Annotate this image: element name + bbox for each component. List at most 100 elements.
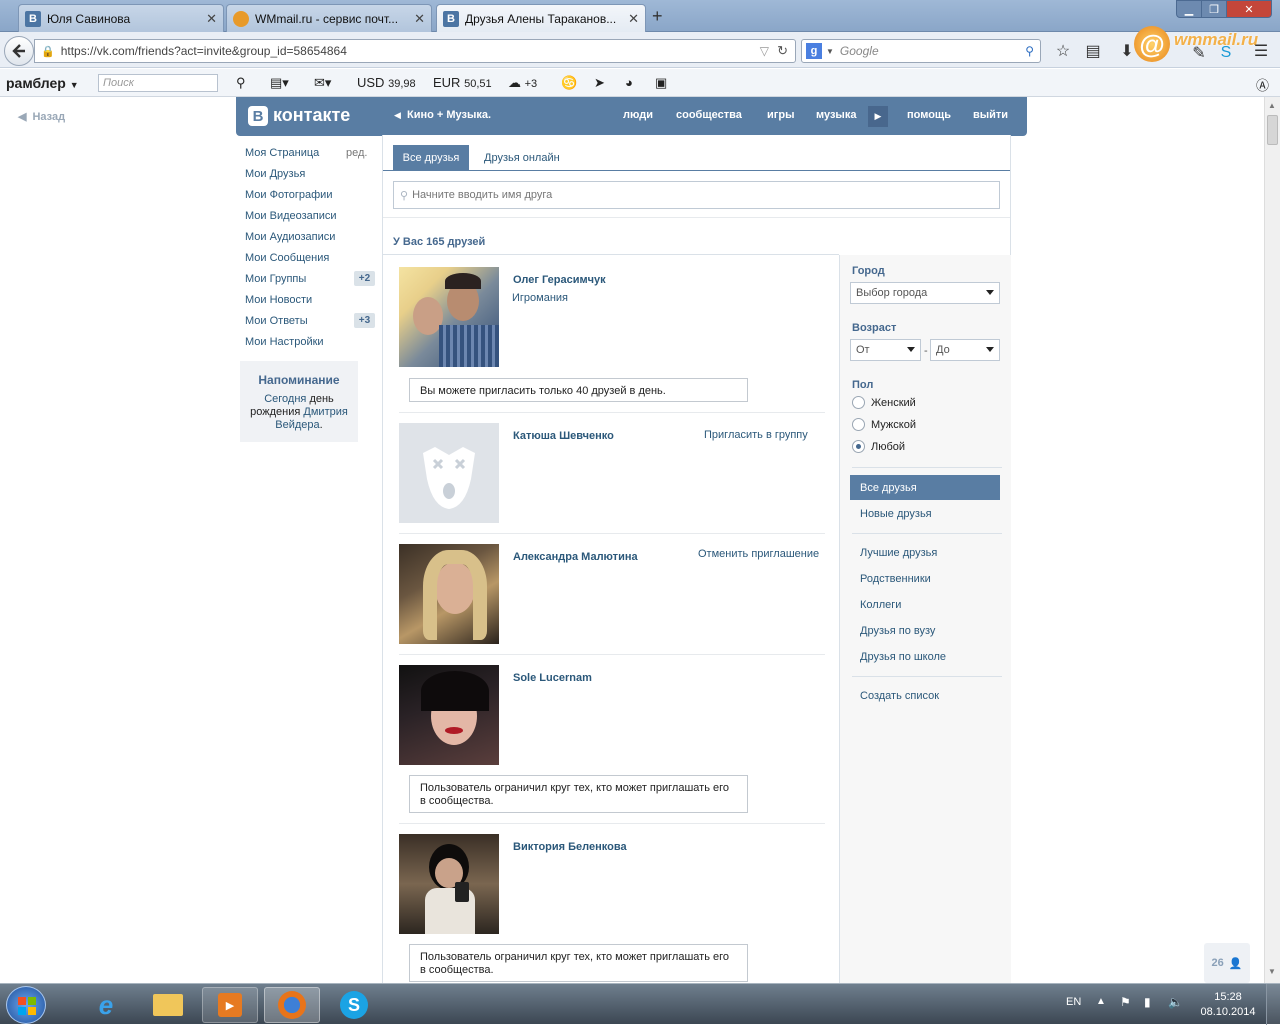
reload-icon[interactable]: ↻ <box>777 43 788 59</box>
bookmark-star-icon[interactable]: ☆ <box>1052 40 1074 62</box>
games-icon[interactable]: ◕ <box>625 75 633 90</box>
groups-badge[interactable]: +2 <box>354 271 375 286</box>
bookmarks-list-icon[interactable]: ▤ <box>1082 40 1104 62</box>
tab-all-friends[interactable]: Все друзья <box>393 145 469 170</box>
vk-logo-text[interactable]: контакте <box>273 105 350 126</box>
clock[interactable]: 15:28 08.10.2014 <box>1196 990 1260 1020</box>
music-play-icon[interactable]: ▶ <box>868 106 888 127</box>
usd-rate[interactable]: USD 39,98 <box>357 75 416 90</box>
friend-search-input[interactable]: ⚲ Начните вводить имя друга <box>393 181 1000 209</box>
sex-radio-any[interactable]: Любой <box>852 440 905 453</box>
close-icon[interactable]: ✕ <box>414 11 425 27</box>
sex-radio-female[interactable]: Женский <box>852 396 916 409</box>
horoscope-icon[interactable]: ♋ <box>561 75 577 91</box>
menu-icon[interactable]: ☰ <box>1250 40 1272 62</box>
address-bar[interactable]: 🔒 https://vk.com/friends?act=invite&grou… <box>34 39 796 63</box>
menu-my-page[interactable]: Моя Страница <box>245 147 319 159</box>
age-to-select[interactable]: До <box>930 339 1000 361</box>
scroll-thumb[interactable] <box>1267 115 1278 145</box>
list-new-friends[interactable]: Новые друзья <box>860 508 932 520</box>
ie-taskbar-button[interactable]: e <box>78 987 134 1023</box>
breadcrumb[interactable]: Кино + Музыка. <box>407 109 491 121</box>
city-select[interactable]: Выбор города <box>850 282 1000 304</box>
rambler-brand[interactable]: рамблер ▼ <box>6 75 79 91</box>
rambler-settings-icon[interactable]: Ⓐ <box>1256 75 1269 94</box>
tab-friends[interactable]: В Друзья Алены Тараканов... ✕ <box>436 4 646 32</box>
cancel-invite-link[interactable]: Отменить приглашение <box>698 548 819 560</box>
online-counter[interactable]: 26 👤 <box>1204 943 1250 983</box>
friend-subtitle-link[interactable]: Игромания <box>512 292 568 304</box>
google-icon[interactable]: g <box>806 43 822 59</box>
close-icon[interactable]: ✕ <box>628 11 639 27</box>
tickets-icon[interactable]: ▣ <box>655 75 667 91</box>
weather[interactable]: ☁ +3 <box>508 75 537 91</box>
friend-photo[interactable] <box>399 267 499 367</box>
dropdown-icon[interactable]: ▽ <box>760 44 769 58</box>
flag-icon[interactable]: ⚑ <box>1120 995 1131 1009</box>
menu-my-photos[interactable]: Мои Фотографии <box>245 189 332 201</box>
list-all-friends[interactable]: Все друзья <box>850 475 1000 500</box>
nav-people[interactable]: люди <box>623 109 653 121</box>
friend-photo[interactable] <box>399 544 499 644</box>
friend-name-link[interactable]: Александра Малютина <box>513 551 638 563</box>
send-icon[interactable]: ➤ <box>594 75 605 91</box>
scroll-down-icon[interactable]: ▼ <box>1268 967 1276 976</box>
list-colleagues[interactable]: Коллеги <box>860 599 901 611</box>
explorer-taskbar-button[interactable] <box>140 987 196 1023</box>
menu-my-videos[interactable]: Мои Видеозаписи <box>245 210 337 222</box>
friend-photo[interactable] <box>399 665 499 765</box>
new-tab-button[interactable]: + <box>652 6 663 27</box>
network-icon[interactable]: ▮ <box>1144 995 1151 1009</box>
show-hidden-icons-icon[interactable]: ▲ <box>1096 996 1106 1007</box>
extension-icon[interactable]: ✎ <box>1188 42 1210 64</box>
vk-logo-icon[interactable]: В <box>248 106 268 126</box>
rambler-search-input[interactable]: Поиск <box>98 74 218 92</box>
nav-games[interactable]: игры <box>767 109 794 121</box>
language-indicator[interactable]: EN <box>1066 996 1081 1008</box>
menu-my-settings[interactable]: Мои Настройки <box>245 336 324 348</box>
search-icon[interactable]: ⚲ <box>236 75 246 91</box>
nav-music[interactable]: музыка <box>816 109 856 121</box>
friend-name-link[interactable]: Катюша Шевченко <box>513 430 614 442</box>
friend-name-link[interactable]: Sole Lucernam <box>513 672 592 684</box>
media-player-taskbar-button[interactable]: ▶ <box>202 987 258 1023</box>
engine-dropdown-icon[interactable]: ▼ <box>826 47 834 56</box>
tab-online-friends[interactable]: Друзья онлайн <box>484 152 560 164</box>
close-icon[interactable]: ✕ <box>206 11 217 27</box>
start-button[interactable] <box>6 986 46 1024</box>
friend-photo-placeholder[interactable] <box>399 423 499 523</box>
minimize-button[interactable]: ▁ <box>1176 0 1202 18</box>
age-from-select[interactable]: От <box>850 339 921 361</box>
menu-my-friends[interactable]: Мои Друзья <box>245 168 305 180</box>
nav-communities[interactable]: сообщества <box>676 109 742 121</box>
create-list-link[interactable]: Создать список <box>860 690 939 702</box>
tab-wmmail[interactable]: WMmail.ru - сервис почт... ✕ <box>226 4 432 32</box>
menu-my-news[interactable]: Мои Новости <box>245 294 312 306</box>
invite-to-group-link[interactable]: Пригласить в группу <box>704 429 808 441</box>
nav-help[interactable]: помощь <box>907 109 951 121</box>
search-bar[interactable]: g ▼ Google ⚲ <box>801 39 1041 63</box>
volume-icon[interactable]: 🔈 <box>1168 995 1183 1009</box>
close-window-button[interactable]: ✕ <box>1226 0 1272 18</box>
vertical-scrollbar[interactable]: ▲ ▼ <box>1264 97 1280 983</box>
list-relatives[interactable]: Родственники <box>860 573 931 585</box>
menu-my-audio[interactable]: Мои Аудиозаписи <box>245 231 335 243</box>
friend-name-link[interactable]: Олег Герасимчук <box>513 274 606 286</box>
firefox-taskbar-button[interactable] <box>264 987 320 1023</box>
show-desktop-button[interactable] <box>1266 984 1280 1025</box>
list-school-friends[interactable]: Друзья по школе <box>860 651 946 663</box>
skype-taskbar-button[interactable]: S <box>326 987 382 1023</box>
menu-my-groups[interactable]: Мои Группы <box>245 273 306 285</box>
menu-edit-link[interactable]: ред. <box>346 147 367 159</box>
news-icon[interactable]: ▤▾ <box>270 75 289 91</box>
back-button[interactable] <box>4 36 34 66</box>
friend-name-link[interactable]: Виктория Беленкова <box>513 841 627 853</box>
reminder-today-link[interactable]: Сегодня <box>264 393 306 405</box>
skype-icon[interactable]: S <box>1215 42 1237 64</box>
back-link[interactable]: ◀ Назад <box>18 110 65 123</box>
friend-photo[interactable] <box>399 834 499 934</box>
list-best-friends[interactable]: Лучшие друзья <box>860 547 937 559</box>
nav-logout[interactable]: выйти <box>973 109 1008 121</box>
sex-radio-male[interactable]: Мужской <box>852 418 916 431</box>
mail-icon[interactable]: ✉▾ <box>314 75 331 91</box>
